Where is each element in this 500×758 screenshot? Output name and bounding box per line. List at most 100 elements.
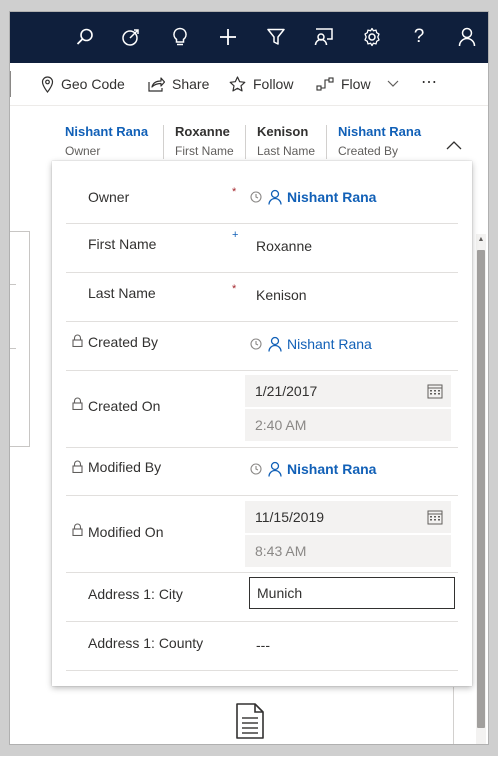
header-field-last-name: Kenison Last Name: [257, 124, 315, 159]
header-field-first-name: Roxanne First Name: [175, 124, 234, 159]
presence-clock-icon: [250, 463, 262, 475]
field-row-last-name: Last Name * Kenison: [66, 272, 458, 322]
county-value[interactable]: ---: [256, 637, 270, 653]
background-divider: [453, 687, 454, 744]
scroll-up-arrow-icon[interactable]: ▲: [477, 236, 485, 244]
add-icon[interactable]: [215, 24, 241, 50]
presence-clock-icon: [250, 338, 262, 350]
header-first-name-label: First Name: [175, 144, 234, 158]
background-divider: [10, 284, 16, 285]
more-label: ⋯: [421, 74, 437, 91]
header-owner-label: Owner: [65, 144, 101, 158]
first-name-value[interactable]: Roxanne: [256, 238, 312, 254]
modified-by-label: Modified By: [88, 459, 162, 475]
created-on-time-value: 2:40 AM: [255, 417, 307, 433]
geo-code-button[interactable]: Geo Code: [41, 73, 125, 95]
city-label: Address 1: City: [88, 586, 183, 602]
header-field-owner[interactable]: Nishant Rana Owner: [65, 124, 148, 159]
star-icon: [229, 76, 246, 92]
owner-label: Owner: [88, 189, 130, 205]
modified-on-date-field[interactable]: 11/15/2019: [245, 501, 451, 533]
settings-icon[interactable]: [359, 24, 385, 50]
filter-icon[interactable]: [263, 24, 289, 50]
header-separator: [326, 125, 327, 159]
user-lookup-icon: [268, 461, 282, 477]
share-button[interactable]: Share: [148, 73, 209, 95]
top-navigation-bar: ?: [10, 12, 488, 63]
lock-icon: [72, 397, 83, 410]
map-pin-icon: [41, 75, 54, 93]
required-indicator: *: [232, 186, 237, 198]
app-window: ? Geo Code Share Follow Flow ⋯ Nishant R…: [10, 12, 488, 744]
flow-label: Flow: [341, 76, 371, 92]
share-records-icon[interactable]: [311, 24, 337, 50]
scrollbar-thumb[interactable]: [477, 250, 485, 728]
background-form-section: [10, 231, 30, 447]
header-separator: [245, 125, 246, 159]
header-created-by-value[interactable]: Nishant Rana: [338, 124, 421, 140]
last-name-label: Last Name: [88, 285, 156, 301]
header-created-by-label: Created By: [338, 144, 399, 158]
field-row-created-by: Created By Nishant Rana: [66, 321, 458, 371]
follow-label: Follow: [253, 76, 294, 92]
created-on-time-field[interactable]: 2:40 AM: [245, 409, 451, 441]
modified-on-time-value: 8:43 AM: [255, 543, 307, 559]
lock-icon: [72, 334, 83, 347]
help-glyph: ?: [413, 26, 425, 47]
user-lookup-icon: [268, 336, 282, 352]
presence-clock-icon: [250, 191, 262, 203]
created-by-value[interactable]: Nishant Rana: [287, 336, 372, 352]
modified-by-lookup[interactable]: Nishant Rana: [250, 461, 376, 477]
geo-code-label: Geo Code: [61, 76, 125, 92]
header-last-name-value: Kenison: [257, 124, 309, 139]
share-icon: [148, 76, 165, 92]
command-separator: [10, 71, 11, 97]
search-icon[interactable]: [72, 24, 98, 50]
modified-on-date-value: 11/15/2019: [255, 509, 325, 525]
lightbulb-icon[interactable]: [167, 24, 193, 50]
flow-button[interactable]: Flow: [316, 73, 406, 95]
modified-on-label: Modified On: [88, 524, 164, 540]
header-separator: [163, 125, 164, 159]
field-row-modified-on: Modified On 11/15/2019 8:43 AM: [66, 495, 458, 573]
background-divider: [10, 348, 16, 349]
county-label: Address 1: County: [88, 635, 204, 651]
header-first-name-value: Roxanne: [175, 124, 230, 139]
recommended-indicator: +: [232, 229, 239, 241]
city-input[interactable]: [249, 577, 455, 609]
modified-by-value[interactable]: Nishant Rana: [287, 461, 376, 477]
header-fields-flyout: Owner * Nishant Rana First Name + Roxann…: [52, 161, 472, 686]
more-commands-button[interactable]: ⋯: [421, 71, 437, 93]
created-on-date-value: 1/21/2017: [255, 383, 318, 399]
created-by-lookup[interactable]: Nishant Rana: [250, 336, 372, 352]
modified-on-time-field[interactable]: 8:43 AM: [245, 535, 451, 567]
calendar-icon[interactable]: [427, 509, 443, 525]
window-frame: ? Geo Code Share Follow Flow ⋯ Nishant R…: [0, 0, 498, 756]
last-name-value[interactable]: Kenison: [256, 287, 307, 303]
help-icon[interactable]: ?: [406, 24, 432, 50]
header-field-created-by[interactable]: Nishant Rana Created By: [338, 124, 421, 159]
field-row-county: Address 1: County ---: [66, 621, 458, 671]
assistant-icon[interactable]: [118, 24, 144, 50]
field-row-modified-by: Modified By Nishant Rana: [66, 447, 458, 496]
collapse-header-chevron-up-icon[interactable]: [446, 140, 462, 150]
owner-lookup[interactable]: Nishant Rana: [250, 189, 376, 205]
lock-icon: [72, 523, 83, 536]
command-bar: Geo Code Share Follow Flow ⋯: [10, 63, 488, 106]
header-owner-value[interactable]: Nishant Rana: [65, 124, 148, 140]
chevron-down-icon: [387, 80, 398, 87]
field-row-city: Address 1: City: [66, 572, 458, 622]
first-name-label: First Name: [88, 236, 157, 252]
owner-value[interactable]: Nishant Rana: [287, 189, 376, 205]
calendar-icon[interactable]: [427, 383, 443, 399]
field-row-owner: Owner * Nishant Rana: [66, 175, 458, 224]
flow-icon: [316, 77, 334, 91]
field-row-created-on: Created On 1/21/2017 2:40 AM: [66, 370, 458, 448]
created-by-label: Created By: [88, 334, 159, 350]
document-icon: [236, 703, 264, 739]
created-on-label: Created On: [88, 398, 161, 414]
created-on-date-field[interactable]: 1/21/2017: [245, 375, 451, 407]
follow-button[interactable]: Follow: [229, 73, 293, 95]
user-icon[interactable]: [454, 24, 480, 50]
field-row-first-name: First Name + Roxanne: [66, 223, 458, 273]
